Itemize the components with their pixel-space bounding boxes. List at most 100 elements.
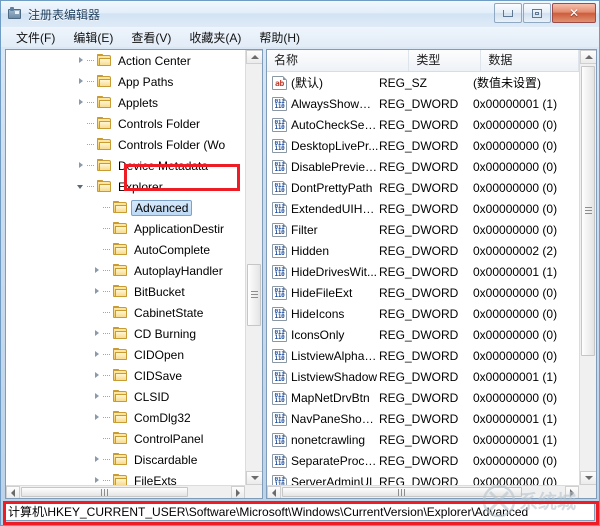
value-name: AutoCheckSelect [291,117,379,132]
value-row[interactable]: ab (默认) REG_SZ (数值未设置) [267,72,579,93]
chevron-left-icon [272,488,276,497]
list-scroll-right-button[interactable] [565,486,579,498]
value-row[interactable]: 011 110 ServerAdminUI REG_DWORD 0x00000000 (… [267,471,579,485]
value-row[interactable]: 011 110 HideFileExt REG_DWORD 0x00000000 (0) [267,282,579,303]
value-type: REG_DWORD [379,348,459,363]
value-row[interactable]: 011 110 DontPrettyPath REG_DWORD 0x00000000 … [267,177,579,198]
close-button[interactable]: ✕ [552,3,596,23]
tree-item-app-paths[interactable]: App Paths [6,71,245,92]
tree-vertical-scrollbar[interactable] [245,50,262,485]
string-value-icon: ab [272,75,287,90]
list-scroll-left-button[interactable] [267,486,281,498]
value-name: DontPrettyPath [291,180,373,195]
tree-item-fileexts[interactable]: FileExts [6,470,245,485]
value-row[interactable]: 011 110 AutoCheckSelect REG_DWORD 0x00000000… [267,114,579,135]
tree-item-controlpanel[interactable]: ControlPanel [6,428,245,449]
value-row[interactable]: 011 110 IconsOnly REG_DWORD 0x00000000 (0) [267,324,579,345]
tree-horizontal-scrollbar[interactable] [6,485,245,498]
tree-item-cd-burning[interactable]: CD Burning [6,323,245,344]
menu-file[interactable]: 文件(F) [7,27,64,48]
expand-arrow-closed-icon[interactable] [92,470,103,485]
expand-arrow-closed-icon[interactable] [92,386,103,407]
dword-value-icon: 011 110 [272,264,287,279]
value-data: 0x00000000 (0) [473,306,558,321]
column-type[interactable]: 类型 [409,50,482,71]
value-type: REG_DWORD [379,432,459,447]
list-vertical-scroll-thumb[interactable] [581,66,595,356]
chevron-down-icon [250,476,259,480]
tree-item-action-center[interactable]: Action Center [6,50,245,71]
tree-item-bitbucket[interactable]: BitBucket [6,281,245,302]
expand-arrow-closed-icon[interactable] [76,71,87,92]
list-vertical-scrollbar[interactable] [579,50,596,485]
expand-arrow-closed-icon[interactable] [76,155,87,176]
tree-item-advanced[interactable]: Advanced [6,197,245,218]
tree-item-explorer[interactable]: Explorer [6,176,245,197]
tree-connector-line [87,134,97,155]
column-data[interactable]: 数据 [481,50,579,71]
expand-arrow-closed-icon[interactable] [92,260,103,281]
maximize-button[interactable] [523,3,551,23]
expand-arrow-closed-icon[interactable] [92,344,103,365]
folder-icon [113,327,128,340]
expand-arrow-closed-icon[interactable] [92,281,103,302]
value-data: 0x00000001 (1) [473,96,558,111]
value-row[interactable]: 011 110 NavPaneShow... REG_DWORD 0x00000001 … [267,408,579,429]
tree-item-controls-folder[interactable]: Controls Folder [6,113,245,134]
tree-horizontal-scroll-thumb[interactable] [21,487,188,497]
list-horizontal-scrollbar[interactable] [267,485,579,498]
value-row[interactable]: 011 110 HideDrivesWit... REG_DWORD 0x0000000… [267,261,579,282]
tree-item-applets[interactable]: Applets [6,92,245,113]
tree-item-clsid[interactable]: CLSID [6,386,245,407]
value-row[interactable]: 011 110 Hidden REG_DWORD 0x00000002 (2) [267,240,579,261]
dword-value-icon: 011 110 [272,138,287,153]
tree-item-label: Controls Folder (Wo [118,137,226,152]
expand-arrow-open-icon[interactable] [76,176,87,197]
tree-item-controls-folder-wo[interactable]: Controls Folder (Wo [6,134,245,155]
list-horizontal-scroll-thumb[interactable] [282,487,522,497]
tree-item-autocomplete[interactable]: AutoComplete [6,239,245,260]
value-row[interactable]: 011 110 SeparateProce... REG_DWORD 0x0000000… [267,450,579,471]
value-row[interactable]: 011 110 ListviewAlphaS... REG_DWORD 0x000000… [267,345,579,366]
list-scroll-up-button[interactable] [580,50,596,64]
expand-arrow-closed-icon[interactable] [92,365,103,386]
expand-arrow-closed-icon[interactable] [76,50,87,71]
value-row[interactable]: 011 110 HideIcons REG_DWORD 0x00000000 (0) [267,303,579,324]
value-row[interactable]: 011 110 DisablePreview... REG_DWORD 0x000000… [267,156,579,177]
tree-scroll-down-button[interactable] [246,471,262,485]
tree-item-device-metadata[interactable]: Device Metadata [6,155,245,176]
expand-arrow-closed-icon[interactable] [76,92,87,113]
tree-item-discardable[interactable]: Discardable [6,449,245,470]
value-row[interactable]: 011 110 DesktopLivePr... REG_DWORD 0x0000000… [267,135,579,156]
value-row[interactable]: 011 110 AlwaysShowM... REG_DWORD 0x00000001 … [267,93,579,114]
menu-view[interactable]: 查看(V) [122,27,180,48]
value-row[interactable]: 011 110 ExtendedUIHo... REG_DWORD 0x00000000… [267,198,579,219]
menu-favorites[interactable]: 收藏夹(A) [180,27,250,48]
value-name: ListviewShadow [291,369,378,384]
tree-scroll-right-button[interactable] [231,486,245,498]
minimize-button[interactable] [494,3,522,23]
tree-item-cidsave[interactable]: CIDSave [6,365,245,386]
registry-tree[interactable]: Action Center App Paths Applets Controls Fo… [6,50,245,485]
tree-item-cidopen[interactable]: CIDOpen [6,344,245,365]
value-row[interactable]: 011 110 nonetcrawling REG_DWORD 0x00000001 (… [267,429,579,450]
value-row[interactable]: 011 110 ListviewShadow REG_DWORD 0x00000001 … [267,366,579,387]
tree-scroll-left-button[interactable] [6,486,20,498]
value-row[interactable]: 011 110 MapNetDrvBtn REG_DWORD 0x00000000 (0… [267,387,579,408]
tree-item-label: Applets [118,95,159,110]
expand-arrow-closed-icon[interactable] [92,449,103,470]
tree-item-comdlg32[interactable]: ComDlg32 [6,407,245,428]
tree-scroll-up-button[interactable] [246,50,262,64]
value-row[interactable]: 011 110 Filter REG_DWORD 0x00000000 (0) [267,219,579,240]
menu-edit[interactable]: 编辑(E) [64,27,122,48]
tree-item-cabinetstate[interactable]: CabinetState [6,302,245,323]
tree-item-autoplayhandler[interactable]: AutoplayHandler [6,260,245,281]
expand-arrow-closed-icon[interactable] [92,323,103,344]
tree-vertical-scroll-thumb[interactable] [247,264,261,326]
column-name[interactable]: 名称 [267,50,410,71]
list-scroll-down-button[interactable] [580,471,596,485]
tree-item-applicationdestir[interactable]: ApplicationDestir [6,218,245,239]
expand-arrow-closed-icon[interactable] [92,407,103,428]
registry-values-list[interactable]: 名称 类型 数据 ab (默认) REG_SZ (数值未设置) 011 110 AlwaysSh… [267,50,579,485]
menu-help[interactable]: 帮助(H) [250,27,309,48]
